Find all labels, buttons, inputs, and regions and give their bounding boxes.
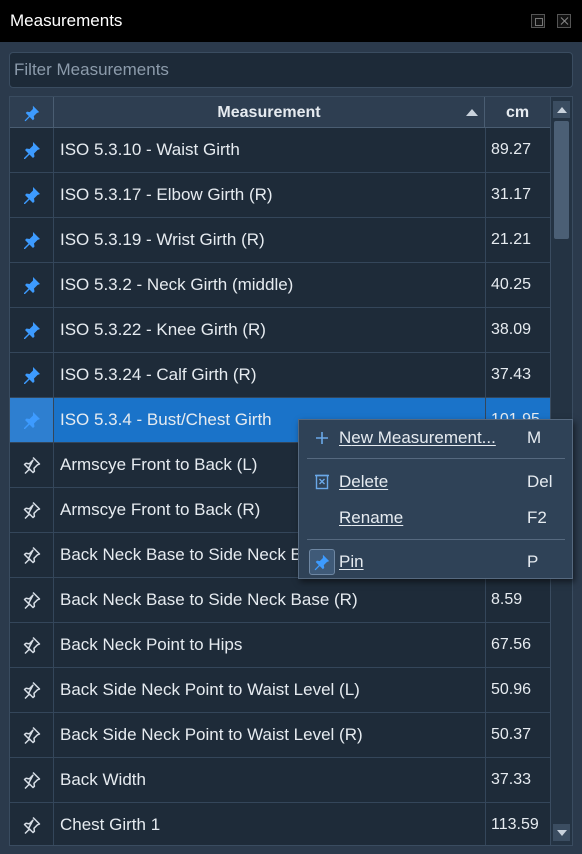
measurement-value: 50.96 bbox=[485, 668, 550, 712]
pinned-pin-icon[interactable] bbox=[10, 308, 54, 352]
menu-item-label-rest: in bbox=[350, 552, 364, 571]
unpinned-pin-icon[interactable] bbox=[10, 803, 54, 845]
measurement-name: Armscye Front to Back (L) bbox=[60, 455, 258, 474]
unpinned-pin-icon[interactable] bbox=[10, 623, 54, 667]
measurement-name: Back Width bbox=[60, 770, 146, 789]
measurement-value: 37.43 bbox=[485, 353, 550, 397]
measurement-name: Back Side Neck Point to Waist Level (L) bbox=[60, 680, 360, 699]
measurement-value: 21.21 bbox=[485, 218, 550, 262]
measurement-value: 113.59 bbox=[485, 803, 550, 845]
menu-item-label-rest: elete bbox=[351, 472, 389, 491]
menu-item-label: Pin bbox=[339, 552, 364, 572]
measurement-value: 67.56 bbox=[485, 623, 550, 667]
measurement-column-header[interactable]: Measurement bbox=[54, 97, 485, 128]
window-titlebar: Measurements bbox=[0, 0, 582, 42]
measurement-value: 50.37 bbox=[485, 713, 550, 757]
value-column-header[interactable]: cm bbox=[485, 97, 550, 128]
trash-icon bbox=[309, 469, 335, 495]
measurement-value: 89.27 bbox=[485, 128, 550, 172]
menu-item-label: New Measurement... bbox=[339, 428, 496, 448]
unpinned-pin-icon[interactable] bbox=[10, 578, 54, 622]
menu-item-mnemonic: N bbox=[339, 428, 352, 447]
plus-icon bbox=[309, 425, 335, 451]
pin-column-header[interactable] bbox=[10, 97, 54, 128]
table-row[interactable]: Chest Girth 1 113.59 bbox=[10, 803, 550, 845]
pinned-pin-icon[interactable] bbox=[10, 173, 54, 217]
table-row[interactable]: ISO 5.3.22 - Knee Girth (R) 38.09 bbox=[10, 308, 550, 353]
window-title: Measurements bbox=[10, 11, 123, 30]
table-header: Measurement cm bbox=[10, 97, 550, 128]
menu-item-label-rest: ew Measurement... bbox=[351, 428, 496, 447]
scrollbar-thumb[interactable] bbox=[554, 121, 569, 239]
measurement-name: Chest Girth 1 bbox=[60, 815, 161, 834]
measurement-value: 37.33 bbox=[485, 758, 550, 802]
table-row[interactable]: ISO 5.3.2 - Neck Girth (middle) 40.25 bbox=[10, 263, 550, 308]
pinned-pin-icon[interactable] bbox=[10, 218, 54, 262]
table-row[interactable]: Back Width 37.33 bbox=[10, 758, 550, 803]
unpinned-pin-icon[interactable] bbox=[10, 758, 54, 802]
menu-item-shortcut: P bbox=[527, 552, 539, 571]
measurement-value: 31.17 bbox=[485, 173, 550, 217]
measurement-name: ISO 5.3.10 - Waist Girth bbox=[60, 140, 240, 159]
unpinned-pin-icon[interactable] bbox=[10, 488, 54, 532]
unpinned-pin-icon[interactable] bbox=[10, 443, 54, 487]
measurement-name: ISO 5.3.17 - Elbow Girth (R) bbox=[60, 185, 273, 204]
table-row[interactable]: ISO 5.3.24 - Calf Girth (R) 37.43 bbox=[10, 353, 550, 398]
measurement-name: Armscye Front to Back (R) bbox=[60, 500, 261, 519]
pin-icon bbox=[309, 549, 335, 575]
menu-item-pin[interactable]: Pin P bbox=[303, 546, 569, 579]
table-row[interactable]: Back Neck Point to Hips 67.56 bbox=[10, 623, 550, 668]
menu-item-shortcut: M bbox=[527, 428, 542, 447]
pin-icon bbox=[24, 105, 39, 121]
measurement-column-label: Measurement bbox=[217, 104, 321, 121]
float-window-button[interactable] bbox=[531, 14, 545, 28]
table-row[interactable]: Back Side Neck Point to Waist Level (L) 5… bbox=[10, 668, 550, 713]
menu-item-mnemonic: P bbox=[339, 552, 351, 571]
measurement-value: 40.25 bbox=[485, 263, 550, 307]
pinned-pin-icon[interactable] bbox=[10, 398, 54, 442]
measurement-name: ISO 5.3.19 - Wrist Girth (R) bbox=[60, 230, 265, 249]
menu-item-mnemonic: D bbox=[339, 472, 352, 491]
context-menu: New Measurement... M Delete Del Rename F2 Pin P bbox=[298, 419, 573, 579]
menu-separator bbox=[307, 539, 565, 540]
measurement-value: 38.09 bbox=[485, 308, 550, 352]
table-row[interactable]: ISO 5.3.10 - Waist Girth 89.27 bbox=[10, 128, 550, 173]
menu-separator bbox=[307, 458, 565, 459]
measurement-name: ISO 5.3.22 - Knee Girth (R) bbox=[60, 320, 266, 339]
measurement-name: ISO 5.3.4 - Bust/Chest Girth bbox=[60, 410, 272, 429]
unpinned-pin-icon[interactable] bbox=[10, 533, 54, 577]
table-row[interactable]: Back Neck Base to Side Neck Base (R) 8.59 bbox=[10, 578, 550, 623]
scroll-down-button[interactable] bbox=[553, 824, 570, 841]
measurement-name: Back Neck Base to Side Neck Base (R) bbox=[60, 590, 358, 609]
table-row[interactable]: ISO 5.3.19 - Wrist Girth (R) 21.21 bbox=[10, 218, 550, 263]
measurement-name: ISO 5.3.2 - Neck Girth (middle) bbox=[60, 275, 294, 294]
close-window-button[interactable] bbox=[557, 14, 571, 28]
filter-measurements-input[interactable] bbox=[9, 52, 573, 88]
menu-item-mnemonic: R bbox=[339, 508, 352, 527]
menu-item-shortcut: Del bbox=[527, 472, 553, 491]
measurement-name: Back Side Neck Point to Waist Level (R) bbox=[60, 725, 363, 744]
measurement-name: ISO 5.3.24 - Calf Girth (R) bbox=[60, 365, 257, 384]
menu-item-shortcut: F2 bbox=[527, 508, 547, 527]
scroll-up-button[interactable] bbox=[553, 101, 570, 118]
menu-item-new[interactable]: New Measurement... M bbox=[303, 422, 569, 455]
menu-item-delete[interactable]: Delete Del bbox=[303, 466, 569, 499]
menu-item-label: Rename bbox=[339, 508, 403, 528]
table-row[interactable]: Back Side Neck Point to Waist Level (R) 5… bbox=[10, 713, 550, 758]
pinned-pin-icon[interactable] bbox=[10, 263, 54, 307]
unpinned-pin-icon[interactable] bbox=[10, 713, 54, 757]
menu-item-label: Delete bbox=[339, 472, 388, 492]
menu-item-rename[interactable]: Rename F2 bbox=[303, 502, 569, 535]
unpinned-pin-icon[interactable] bbox=[10, 668, 54, 712]
sort-ascending-icon bbox=[466, 109, 478, 116]
measurement-value: 8.59 bbox=[485, 578, 550, 622]
measurement-name: Back Neck Point to Hips bbox=[60, 635, 243, 654]
table-row[interactable]: ISO 5.3.17 - Elbow Girth (R) 31.17 bbox=[10, 173, 550, 218]
pinned-pin-icon[interactable] bbox=[10, 128, 54, 172]
menu-item-label-rest: ename bbox=[351, 508, 404, 527]
pinned-pin-icon[interactable] bbox=[10, 353, 54, 397]
